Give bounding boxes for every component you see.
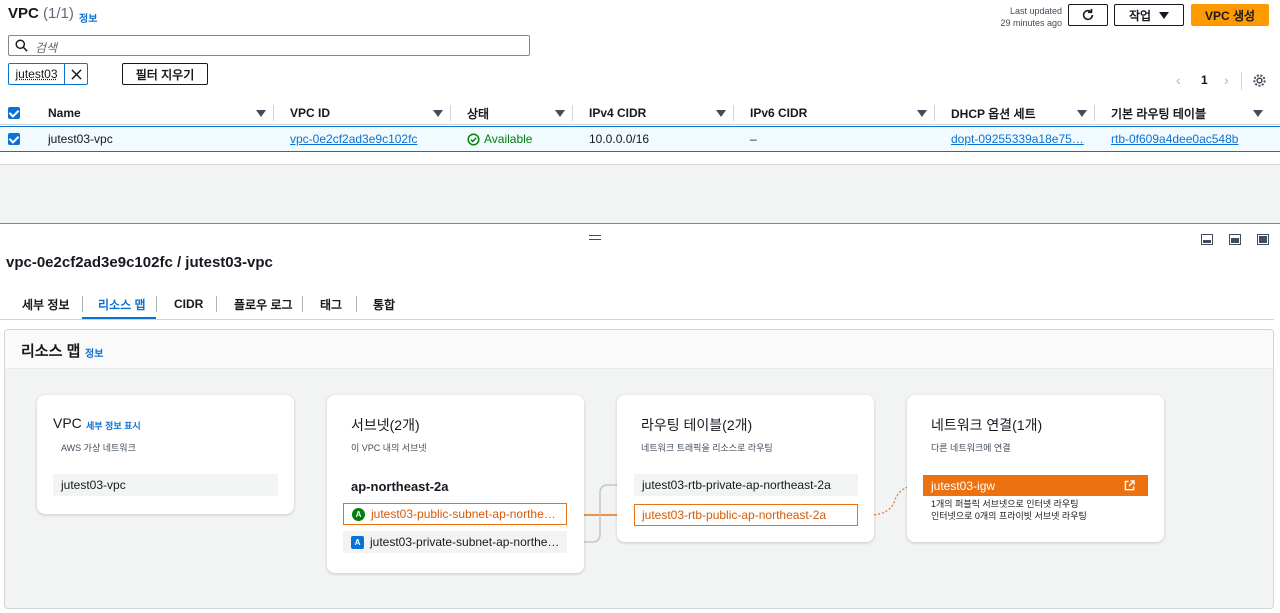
external-link-icon[interactable] bbox=[1124, 480, 1135, 491]
private-route-table-item[interactable]: jutest03-rtb-private-ap-northeast-2a bbox=[634, 474, 858, 496]
igw-routing-note: 1개의 퍼블릭 서브넷으로 인터넷 라우팅 인터넷으로 0개의 프라이빗 서브넷… bbox=[931, 499, 1087, 521]
public-route-table-item[interactable]: jutest03-rtb-public-ap-northeast-2a bbox=[634, 504, 858, 526]
show-details-link[interactable]: 세부 정보 표시 bbox=[86, 419, 141, 432]
availability-zone-label: ap-northeast-2a bbox=[351, 479, 449, 494]
private-subnet-item[interactable]: A jutest03-private-subnet-ap-northe… bbox=[343, 531, 567, 553]
public-subnet-icon: A bbox=[352, 507, 365, 521]
public-subnet-item[interactable]: A jutest03-public-subnet-ap-northe… bbox=[343, 503, 567, 525]
vpc-card: VPC 세부 정보 표시 AWS 가상 네트워크 jutest03-vpc bbox=[37, 395, 294, 514]
private-subnet-icon: A bbox=[351, 535, 364, 549]
igw-item[interactable]: jutest03-igw bbox=[923, 475, 1148, 496]
vpc-item[interactable]: jutest03-vpc bbox=[53, 474, 278, 496]
